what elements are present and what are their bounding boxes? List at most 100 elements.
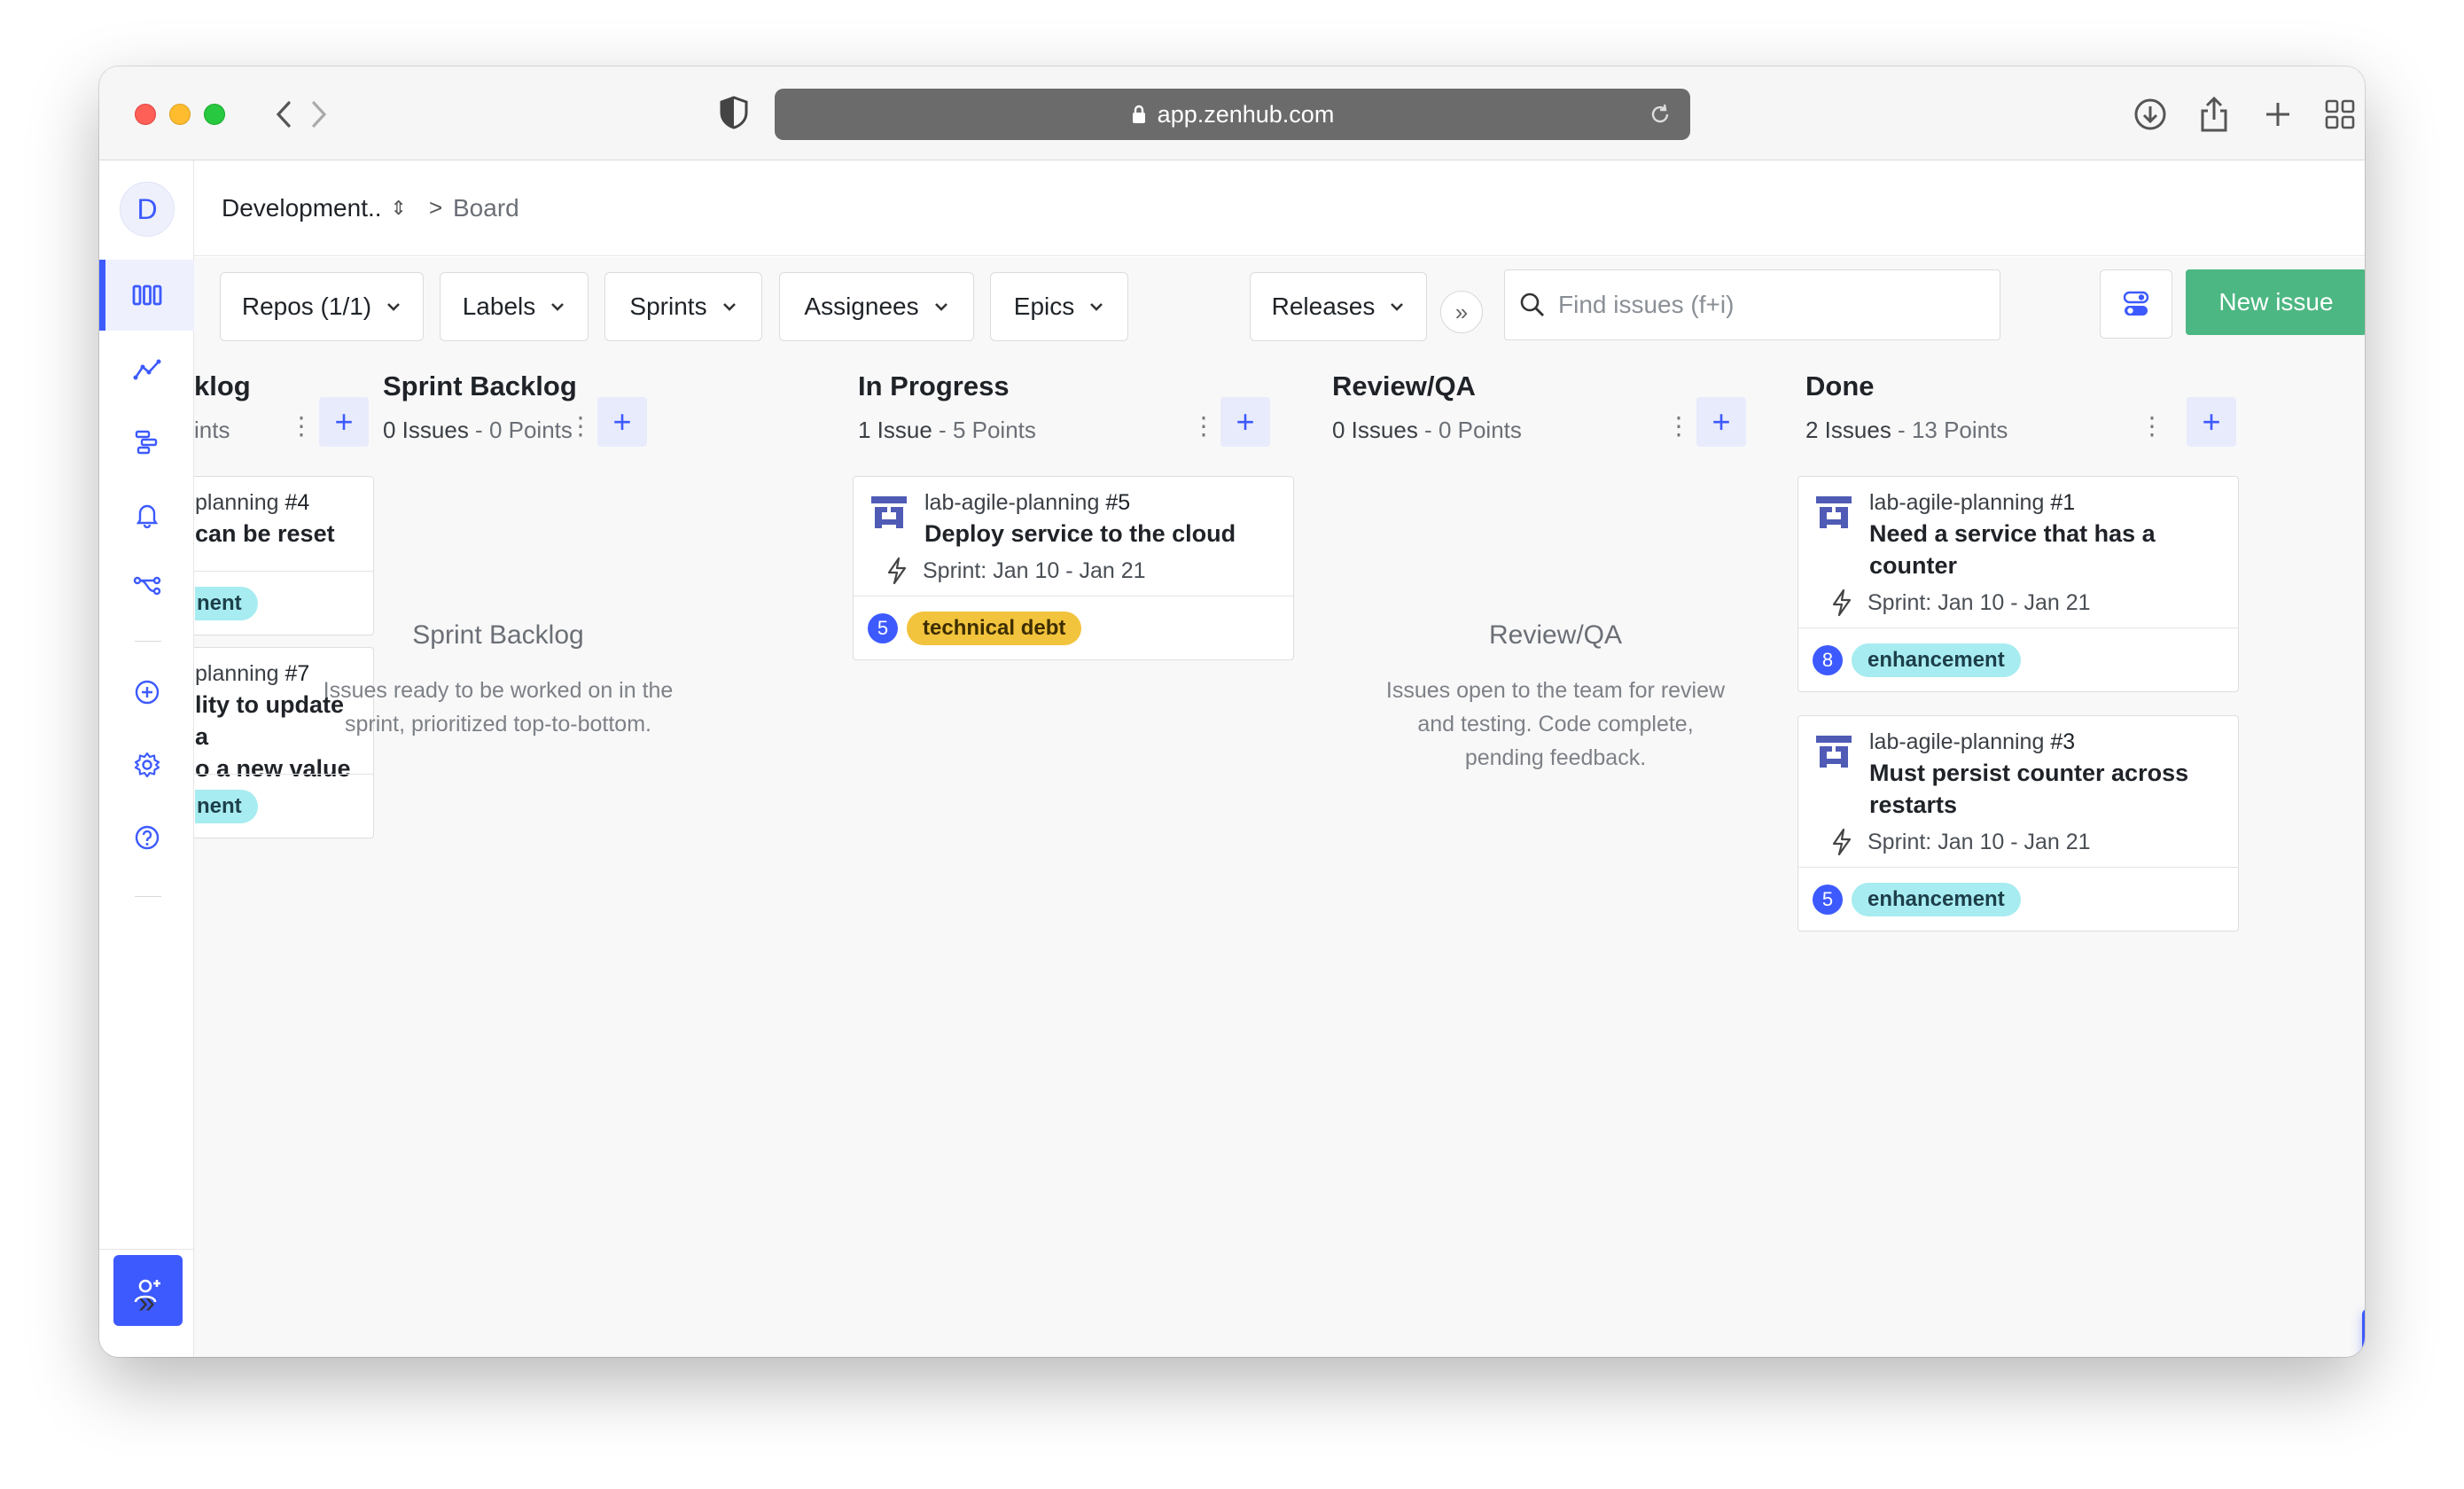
new-tab-icon[interactable]: [2257, 93, 2299, 136]
sidebar-item-reports[interactable]: [99, 334, 194, 405]
share-icon[interactable]: [2193, 93, 2235, 136]
tab-overview-icon[interactable]: [2319, 93, 2361, 136]
column-menu-icon[interactable]: ⋮: [568, 411, 593, 440]
download-icon[interactable]: [2129, 93, 2172, 136]
label-technical-debt[interactable]: technical debt: [907, 611, 1082, 645]
url-text: app.zenhub.com: [1157, 100, 1335, 128]
column-menu-icon[interactable]: ⋮: [1191, 411, 1216, 440]
card-repo-name: planning: [195, 490, 279, 515]
card-sprint: Sprint: Jan 10 - Jan 21: [885, 557, 1275, 585]
maximize-window-button[interactable]: [204, 104, 225, 125]
search-icon: [1520, 292, 1544, 316]
sprints-filter[interactable]: Sprints: [604, 272, 762, 341]
sidebar-item-settings[interactable]: [99, 729, 194, 800]
breadcrumb-separator: >: [429, 194, 443, 221]
reload-icon[interactable]: [1648, 102, 1673, 133]
card-sprint: Sprint: Jan 10 - Jan 21: [1830, 828, 2220, 856]
board-icon: [132, 285, 161, 306]
chevron-down-icon: [1090, 303, 1103, 311]
label-enhancement[interactable]: nent: [195, 586, 258, 620]
column-title: In Progress: [858, 370, 1010, 401]
column-title: Review/QA: [1332, 370, 1476, 401]
workspace-switcher[interactable]: Development.. ⇕: [222, 194, 407, 222]
minimize-window-button[interactable]: [169, 104, 191, 125]
more-filters-button[interactable]: »: [1440, 291, 1483, 333]
sidebar-item-add[interactable]: [99, 657, 194, 728]
issue-card[interactable]: lab-agile-planning #3 Must persist count…: [1797, 715, 2239, 932]
new-issue-button[interactable]: New issue: [2186, 269, 2365, 335]
labels-filter[interactable]: Labels: [440, 272, 589, 341]
reports-fab-button[interactable]: [2362, 1309, 2365, 1357]
search-input[interactable]: [1558, 291, 1966, 319]
column-menu-icon[interactable]: ⋮: [2140, 411, 2164, 440]
column-add-issue-button[interactable]: +: [2187, 397, 2236, 447]
workspace-avatar[interactable]: D: [120, 182, 175, 237]
sidebar-item-board[interactable]: [99, 260, 194, 331]
help-icon: [135, 825, 159, 850]
sidebar-item-help[interactable]: [99, 802, 194, 873]
chevron-down-icon: [551, 303, 565, 311]
column-points: 13 Points: [1911, 417, 2008, 443]
card-title-line: Need a service that has a: [1869, 520, 2156, 547]
card-body: lab-agile-planning #5 Deploy service to …: [854, 477, 1293, 596]
column-add-issue-button[interactable]: +: [597, 397, 647, 447]
close-window-button[interactable]: [135, 104, 156, 125]
label-enhancement[interactable]: enhancement: [1852, 643, 2021, 677]
column-menu-icon[interactable]: ⋮: [1666, 411, 1691, 440]
issue-card[interactable]: lab-agile-planning #5 Deploy service to …: [853, 476, 1294, 660]
column-meta: 2 Issues - 13 Points: [1805, 417, 2008, 443]
address-bar[interactable]: app.zenhub.com: [775, 89, 1690, 140]
sprints-filter-label: Sprints: [629, 292, 707, 320]
empty-state-description: Issues ready to be worked on in the spri…: [323, 678, 674, 737]
reports-icon: [133, 359, 160, 380]
column-title: klog: [194, 370, 251, 401]
empty-state-title: Review/QA: [1488, 620, 1623, 650]
releases-filter[interactable]: Releases: [1250, 272, 1427, 341]
label-enhancement[interactable]: enhancement: [1852, 882, 2021, 916]
column-issue-count: 0 Issues: [383, 417, 469, 443]
label-enhancement[interactable]: nent: [195, 789, 258, 823]
sidebar-item-notifications[interactable]: [99, 479, 194, 550]
card-repo-name: planning: [195, 661, 279, 686]
epics-filter[interactable]: Epics: [990, 272, 1128, 341]
card-title-line: restarts: [1869, 791, 1958, 818]
forward-button[interactable]: [300, 95, 339, 134]
browser-window: app.zenhub.com D » Development.. ⇕ > Boa…: [99, 66, 2365, 1357]
card-footer: nent: [194, 774, 373, 838]
releases-filter-label: Releases: [1271, 292, 1376, 320]
view-settings-button[interactable]: [2100, 269, 2172, 339]
issue-card[interactable]: planning #4 can be reset nent: [194, 476, 374, 635]
column-add-issue-button[interactable]: +: [1696, 397, 1746, 447]
search-box[interactable]: [1504, 269, 2000, 340]
card-title-line: Must persist counter across: [1869, 760, 2189, 786]
column-issue-count: 1 Issue: [858, 417, 932, 443]
repo-avatar-icon: [1816, 736, 1852, 768]
repos-filter[interactable]: Repos (1/1): [220, 272, 424, 341]
card-title: Must persist counter across restarts: [1869, 757, 2220, 821]
board-area: Repos (1/1) Labels Sprints Assignees Epi…: [194, 257, 2365, 1357]
expand-sidebar-button[interactable]: »: [99, 1249, 194, 1357]
empty-state-description: Issues open to the team for review and t…: [1385, 678, 1726, 770]
workflow-icon: [133, 576, 160, 596]
sidebar-item-workflows[interactable]: [99, 550, 194, 621]
column-title: Done: [1805, 370, 1875, 401]
column-in-progress: In Progress 1 Issue - 5 Points ⋮ + lab-a…: [853, 355, 1319, 975]
issue-card[interactable]: lab-agile-planning #1 Need a service tha…: [1797, 476, 2239, 692]
privacy-shield-icon[interactable]: [718, 95, 750, 135]
column-add-issue-button[interactable]: +: [1220, 397, 1270, 447]
column-add-issue-button[interactable]: +: [319, 397, 369, 447]
sidebar-item-roadmap[interactable]: [99, 407, 194, 478]
column-points: 5 Points: [952, 417, 1036, 443]
assignees-filter[interactable]: Assignees: [779, 272, 974, 341]
chevron-down-icon: [1391, 303, 1404, 311]
column-menu-icon[interactable]: ⋮: [289, 411, 314, 440]
lock-icon: [1131, 104, 1147, 125]
column-meta: 0 Issues - 0 Points: [383, 417, 573, 443]
column-backlog: klog ints ⋮ + planning #4 can be reset n…: [194, 355, 374, 975]
card-sprint-text: Sprint: Jan 10 - Jan 21: [1867, 589, 2091, 615]
card-footer: 8 enhancement: [1798, 628, 2238, 691]
app-sidebar: D »: [99, 160, 194, 1357]
estimate-badge: 5: [1813, 884, 1843, 915]
back-button[interactable]: [264, 95, 303, 134]
card-title-line: can be reset: [195, 520, 335, 547]
